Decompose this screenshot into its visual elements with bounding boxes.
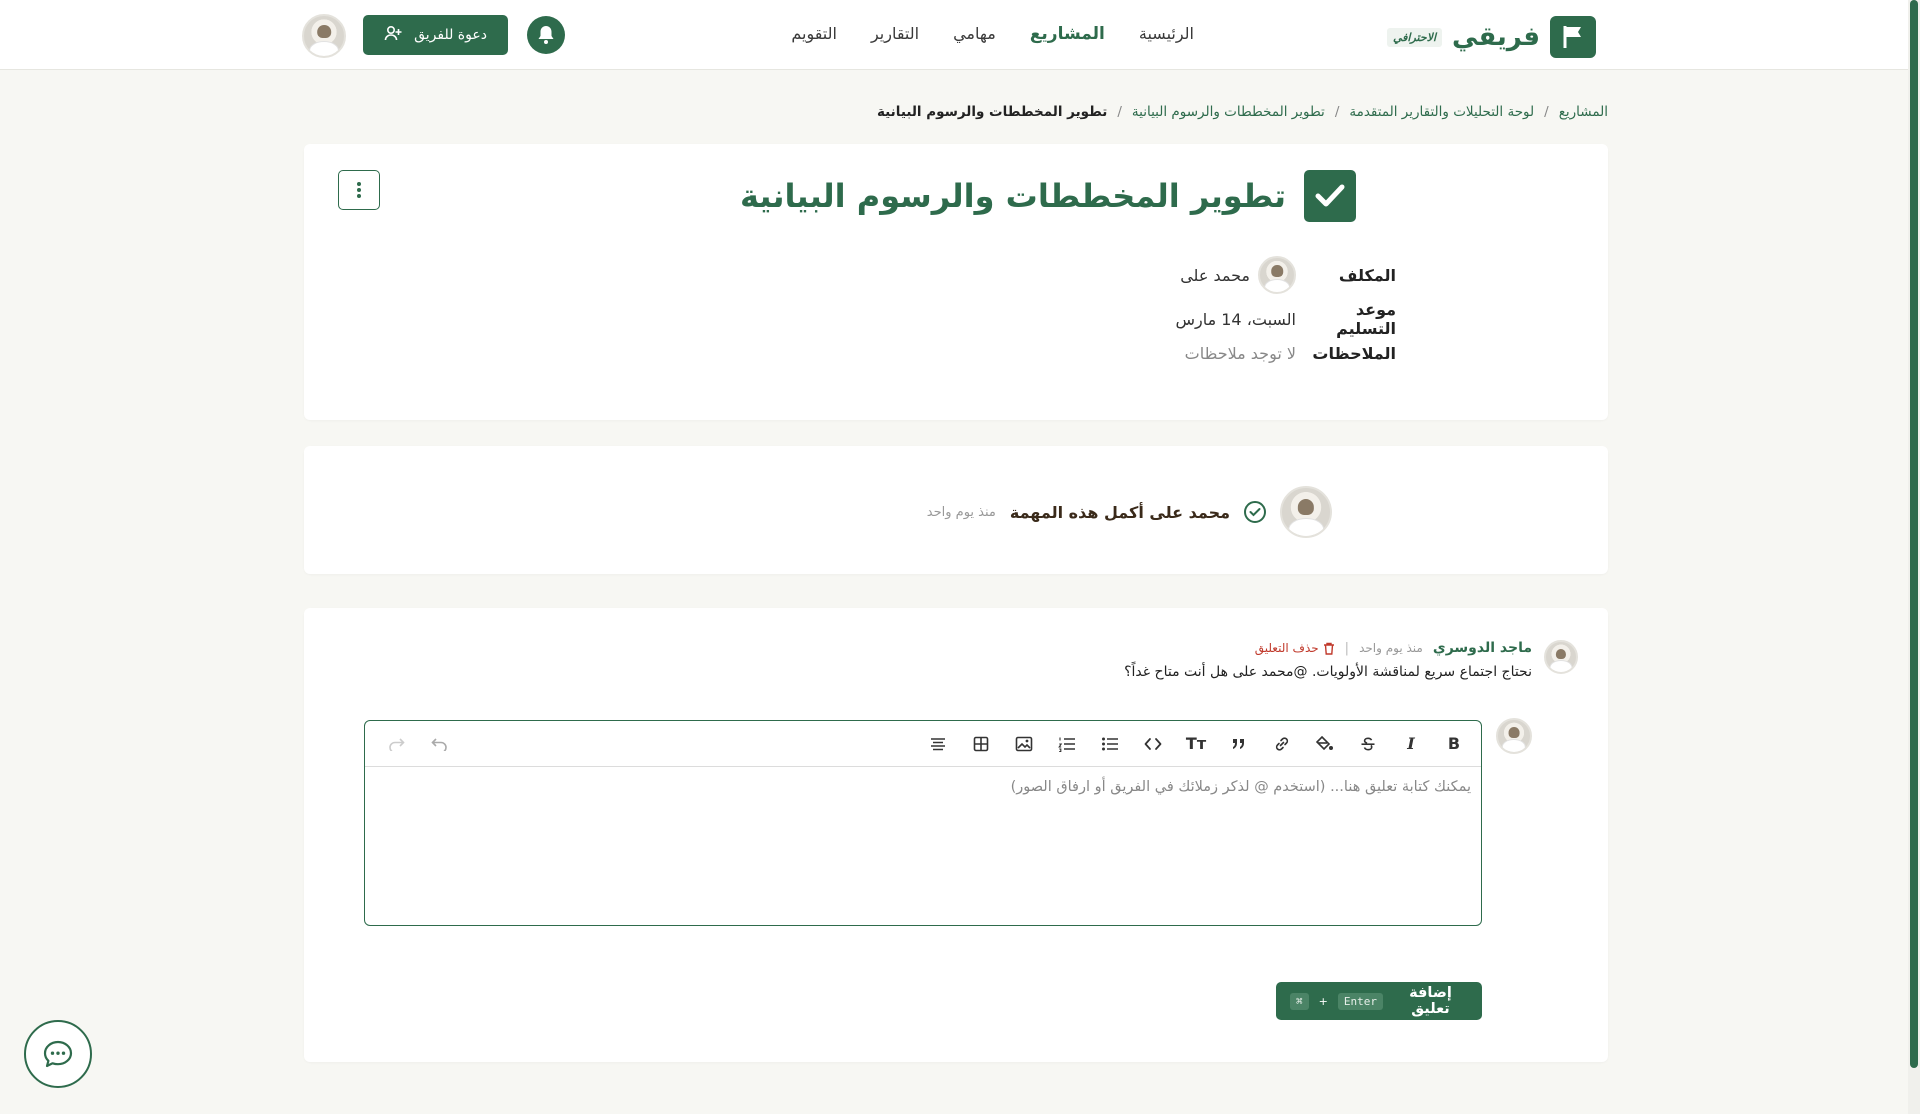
strikethrough-icon[interactable] [1351,729,1385,759]
delete-comment-label: حذف التعليق [1254,641,1319,655]
comment-time: منذ يوم واحد [1359,641,1423,655]
notes-row: الملاحظات لا توجد ملاحظات [1185,344,1396,363]
activity-text: محمد على أكمل هذه المهمة [1009,502,1230,522]
invite-team-button[interactable]: دعوة للفريق [363,15,508,55]
scrollbar-thumb[interactable] [1910,0,1918,1068]
comment-author[interactable]: ماجد الدوسري [1433,640,1532,656]
user-avatar[interactable] [302,14,346,58]
check-circle-icon [1244,501,1266,523]
image-icon[interactable] [1007,729,1041,759]
brand-logo[interactable]: فريقي الاحترافي [1387,16,1596,58]
breadcrumb-item[interactable]: لوحة التحليلات والتقارير المتقدمة [1349,104,1534,120]
breadcrumb-current: تطوير المخططات والرسوم البيانية [876,104,1108,120]
text-size-icon[interactable]: Tт [1179,729,1213,759]
bold-icon[interactable]: B [1437,729,1471,759]
task-details-card: تطوير المخططات والرسوم البيانية المكلف م… [304,144,1608,420]
activity-card: محمد على أكمل هذه المهمة منذ يوم واحد [304,446,1608,574]
invite-label: دعوة للفريق [414,27,487,43]
top-navbar: فريقي الاحترافي الرئيسية المشاريع مهامي … [0,0,1908,70]
due-date-value: السبت، 14 مارس [1175,309,1296,329]
shortcut-key: Enter [1337,992,1383,1010]
current-user-avatar [1496,718,1532,754]
comment-input[interactable] [365,767,1481,925]
nav-item-calendar[interactable]: التقويم [791,24,837,44]
activity-item: محمد على أكمل هذه المهمة منذ يوم واحد [927,486,1332,538]
code-icon[interactable] [1136,729,1170,759]
italic-icon[interactable]: I [1394,729,1428,759]
flag-icon [1550,16,1596,58]
align-icon[interactable] [921,729,955,759]
trash-icon [1323,642,1334,655]
add-comment-button[interactable]: إضافة تعليق Enter + ⌘ [1276,982,1482,1020]
chat-bubble-icon[interactable] [24,1020,92,1088]
quote-icon[interactable] [1222,729,1256,759]
undo-icon[interactable] [423,729,457,759]
brand-name: فريقي [1452,22,1540,52]
editor-toolbar: B I Tт [365,721,1481,767]
redo-icon[interactable] [379,729,413,759]
notes-value: لا توجد ملاحظات [1184,344,1296,363]
delete-comment-button[interactable]: حذف التعليق [1255,641,1335,655]
assignee-row: المكلف محمد على [1180,256,1396,294]
assignee-name[interactable]: محمد على [1180,266,1250,285]
brand-badge: الاحترافي [1387,27,1443,47]
due-date-label: موعد التسليم [1336,300,1396,338]
breadcrumb-item[interactable]: المشاريع [1559,104,1608,120]
shortcut-modifier: ⌘ [1290,992,1309,1010]
task-complete-check-icon[interactable] [1304,170,1356,222]
assignee-avatar[interactable] [1258,256,1296,294]
comments-card: ماجد الدوسري منذ يوم واحد | حذف التعليق … [304,608,1608,1062]
activity-time: منذ يوم واحد [926,504,996,520]
comment-item: ماجد الدوسري منذ يوم واحد | حذف التعليق … [1124,640,1578,680]
add-user-icon [384,25,402,45]
nav-item-reports[interactable]: التقارير [871,24,919,44]
breadcrumb: المشاريع / لوحة التحليلات والتقارير المت… [876,104,1608,120]
bullet-list-icon[interactable] [1093,729,1127,759]
breadcrumb-item[interactable]: تطوير المخططات والرسوم البيانية [1132,104,1325,120]
assignee-label: المكلف [1338,265,1396,285]
notes-label: الملاحظات [1312,344,1396,363]
notifications-bell-icon[interactable] [527,16,565,54]
nav-item-home[interactable]: الرئيسية [1139,24,1194,44]
ordered-list-icon[interactable] [1050,729,1084,759]
nav-item-my-tasks[interactable]: مهامي [953,24,996,44]
nav-item-projects[interactable]: المشاريع [1030,24,1105,44]
table-icon[interactable] [964,729,998,759]
comment-author-avatar[interactable] [1544,640,1578,674]
history-controls [379,729,457,759]
main-nav: الرئيسية المشاريع مهامي التقارير التقويم [791,24,1194,44]
comment-body: نحتاج اجتماع سريع لمناقشة الأولويات. @مح… [1124,664,1532,680]
due-date-row: موعد التسليم السبت، 14 مارس [1175,300,1396,338]
task-title: تطوير المخططات والرسوم البيانية [740,177,1286,215]
more-options-icon[interactable] [338,170,380,210]
activity-avatar[interactable] [1280,486,1332,538]
highlight-icon[interactable] [1308,729,1342,759]
comment-editor: B I Tт [364,720,1482,926]
task-title-row: تطوير المخططات والرسوم البيانية [740,170,1356,222]
link-icon[interactable] [1265,729,1299,759]
add-comment-label: إضافة تعليق [1409,985,1452,1017]
scrollbar[interactable] [1908,0,1920,1114]
